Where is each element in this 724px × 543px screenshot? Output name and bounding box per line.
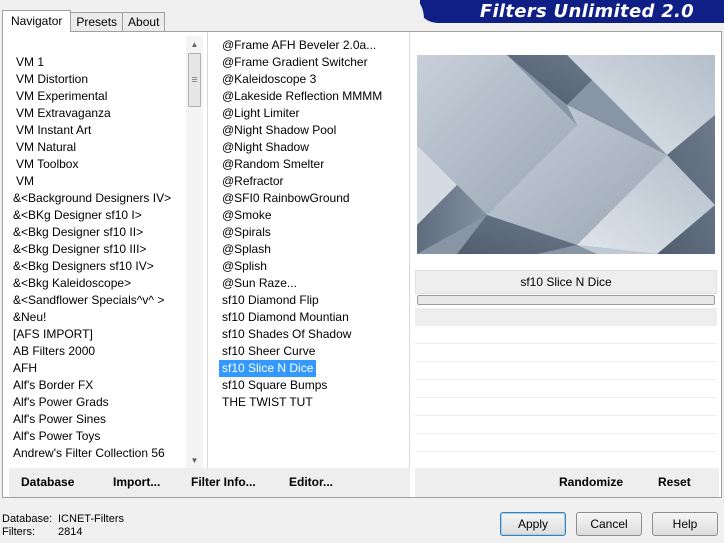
filters-count-value: 2814: [58, 526, 83, 538]
category-item[interactable]: VM Extravaganza: [13, 105, 114, 122]
filter-item[interactable]: sf10 Diamond Mountian: [219, 309, 352, 326]
category-item[interactable]: Andrew's Filter Collection 56: [10, 445, 168, 462]
database-label: Database:: [2, 513, 53, 525]
preview-divider: [409, 32, 410, 468]
filter-item[interactable]: @Random Smelter: [219, 156, 327, 173]
param-row-divider: [415, 415, 717, 416]
category-item[interactable]: &<BKg Designer sf10 I>: [10, 207, 145, 224]
filter-item[interactable]: sf10 Shades Of Shadow: [219, 326, 354, 343]
progress-bar: [417, 295, 715, 305]
filter-item[interactable]: sf10 Square Bumps: [219, 377, 330, 394]
filter-list[interactable]: @Frame AFH Beveler 2.0a... @Frame Gradien…: [218, 32, 408, 468]
filter-item-selected[interactable]: sf10 Slice N Dice: [219, 360, 317, 377]
filter-item[interactable]: @Refractor: [219, 173, 287, 190]
category-item[interactable]: &<Bkg Designers sf10 IV>: [10, 258, 157, 275]
scrollbar-thumb[interactable]: [188, 53, 201, 107]
navigator-panel: VM 1 VM Distortion VM Experimental VM Extra…: [2, 31, 722, 498]
param-row-divider: [415, 343, 717, 344]
category-item[interactable]: AB Filters 2000: [10, 343, 98, 360]
category-item[interactable]: Alf's Power Grads: [10, 394, 112, 411]
preview-toolbar: Randomize Reset: [415, 468, 719, 497]
filter-preview-image: [417, 55, 715, 254]
category-item[interactable]: Alf's Power Sines: [10, 411, 109, 428]
category-item[interactable]: VM 1: [13, 54, 47, 71]
category-item[interactable]: Alf's Border FX: [10, 377, 96, 394]
filter-item[interactable]: @Kaleidoscope 3: [219, 71, 319, 88]
category-item[interactable]: [AFS IMPORT]: [10, 326, 96, 343]
filter-item[interactable]: @SFI0 RainbowGround: [219, 190, 353, 207]
filter-name-label: sf10 Slice N Dice: [415, 270, 717, 294]
filter-item[interactable]: @Sun Raze...: [219, 275, 300, 292]
filter-item[interactable]: @Frame Gradient Switcher: [219, 54, 371, 71]
list-divider: [207, 32, 208, 468]
navigator-toolbar: Database Import... Filter Info... Editor…: [9, 468, 410, 497]
filter-item[interactable]: THE TWIST TUT: [219, 394, 316, 411]
filter-item[interactable]: @Frame AFH Beveler 2.0a...: [219, 37, 379, 54]
category-item[interactable]: Alf's Power Toys: [10, 428, 103, 445]
category-list[interactable]: VM 1 VM Distortion VM Experimental VM Extra…: [10, 32, 186, 468]
category-item[interactable]: AFH: [10, 360, 40, 377]
apply-button[interactable]: Apply: [500, 512, 566, 536]
title-banner: Filters Unlimited 2.0: [414, 0, 724, 23]
filter-item[interactable]: sf10 Sheer Curve: [219, 343, 318, 360]
param-row-divider: [415, 451, 717, 452]
help-button[interactable]: Help: [652, 512, 718, 536]
tab-about[interactable]: About: [122, 12, 166, 32]
filter-item[interactable]: @Lakeside Reflection MMMM: [219, 88, 385, 105]
category-item[interactable]: VM Toolbox: [13, 156, 81, 173]
filters-count-label: Filters:: [2, 526, 35, 538]
scroll-up-arrow-icon[interactable]: ▲: [186, 36, 203, 53]
category-item[interactable]: &<Bkg Kaleidoscope>: [10, 275, 134, 292]
reset-button[interactable]: Reset: [658, 468, 691, 497]
tab-bar: Navigator Presets About: [2, 10, 166, 32]
filter-item[interactable]: @Splash: [219, 241, 274, 258]
filter-item[interactable]: @Night Shadow Pool: [219, 122, 339, 139]
category-item[interactable]: &Neu!: [10, 309, 49, 326]
database-value: ICNET-Filters: [58, 513, 124, 525]
tab-presets[interactable]: Presets: [70, 12, 124, 32]
category-scrollbar[interactable]: ▲ ▼: [186, 36, 203, 469]
tab-navigator[interactable]: Navigator: [2, 10, 72, 32]
database-button[interactable]: Database: [21, 468, 74, 497]
filter-item[interactable]: @Light Limiter: [219, 105, 303, 122]
cancel-button[interactable]: Cancel: [576, 512, 642, 536]
category-item[interactable]: VM Instant Art: [13, 122, 94, 139]
parameter-area: [415, 308, 717, 326]
import-button[interactable]: Import...: [113, 468, 160, 497]
category-item[interactable]: VM Distortion: [13, 71, 91, 88]
param-row-divider: [415, 433, 717, 434]
filter-item[interactable]: @Night Shadow: [219, 139, 312, 156]
scroll-down-arrow-icon[interactable]: ▼: [186, 452, 203, 469]
category-item[interactable]: &<Sandflower Specials^v^ >: [10, 292, 167, 309]
category-item[interactable]: VM Experimental: [13, 88, 110, 105]
category-item[interactable]: &<Bkg Designer sf10 II>: [10, 224, 146, 241]
category-item[interactable]: VM Natural: [13, 139, 79, 156]
category-item[interactable]: &<Background Designers IV>: [10, 190, 174, 207]
filter-item[interactable]: sf10 Diamond Flip: [219, 292, 322, 309]
app-title: Filters Unlimited 2.0: [479, 1, 694, 22]
param-row-divider: [415, 397, 717, 398]
param-row-divider: [415, 361, 717, 362]
filter-item[interactable]: @Smoke: [219, 207, 275, 224]
param-row-divider: [415, 379, 717, 380]
filter-item[interactable]: @Splish: [219, 258, 270, 275]
editor-button[interactable]: Editor...: [289, 468, 333, 497]
randomize-button[interactable]: Randomize: [559, 468, 623, 497]
filter-info-button[interactable]: Filter Info...: [191, 468, 256, 497]
category-item[interactable]: VM: [13, 173, 37, 190]
category-item[interactable]: &<Bkg Designer sf10 III>: [10, 241, 149, 258]
filter-item[interactable]: @Spirals: [219, 224, 274, 241]
